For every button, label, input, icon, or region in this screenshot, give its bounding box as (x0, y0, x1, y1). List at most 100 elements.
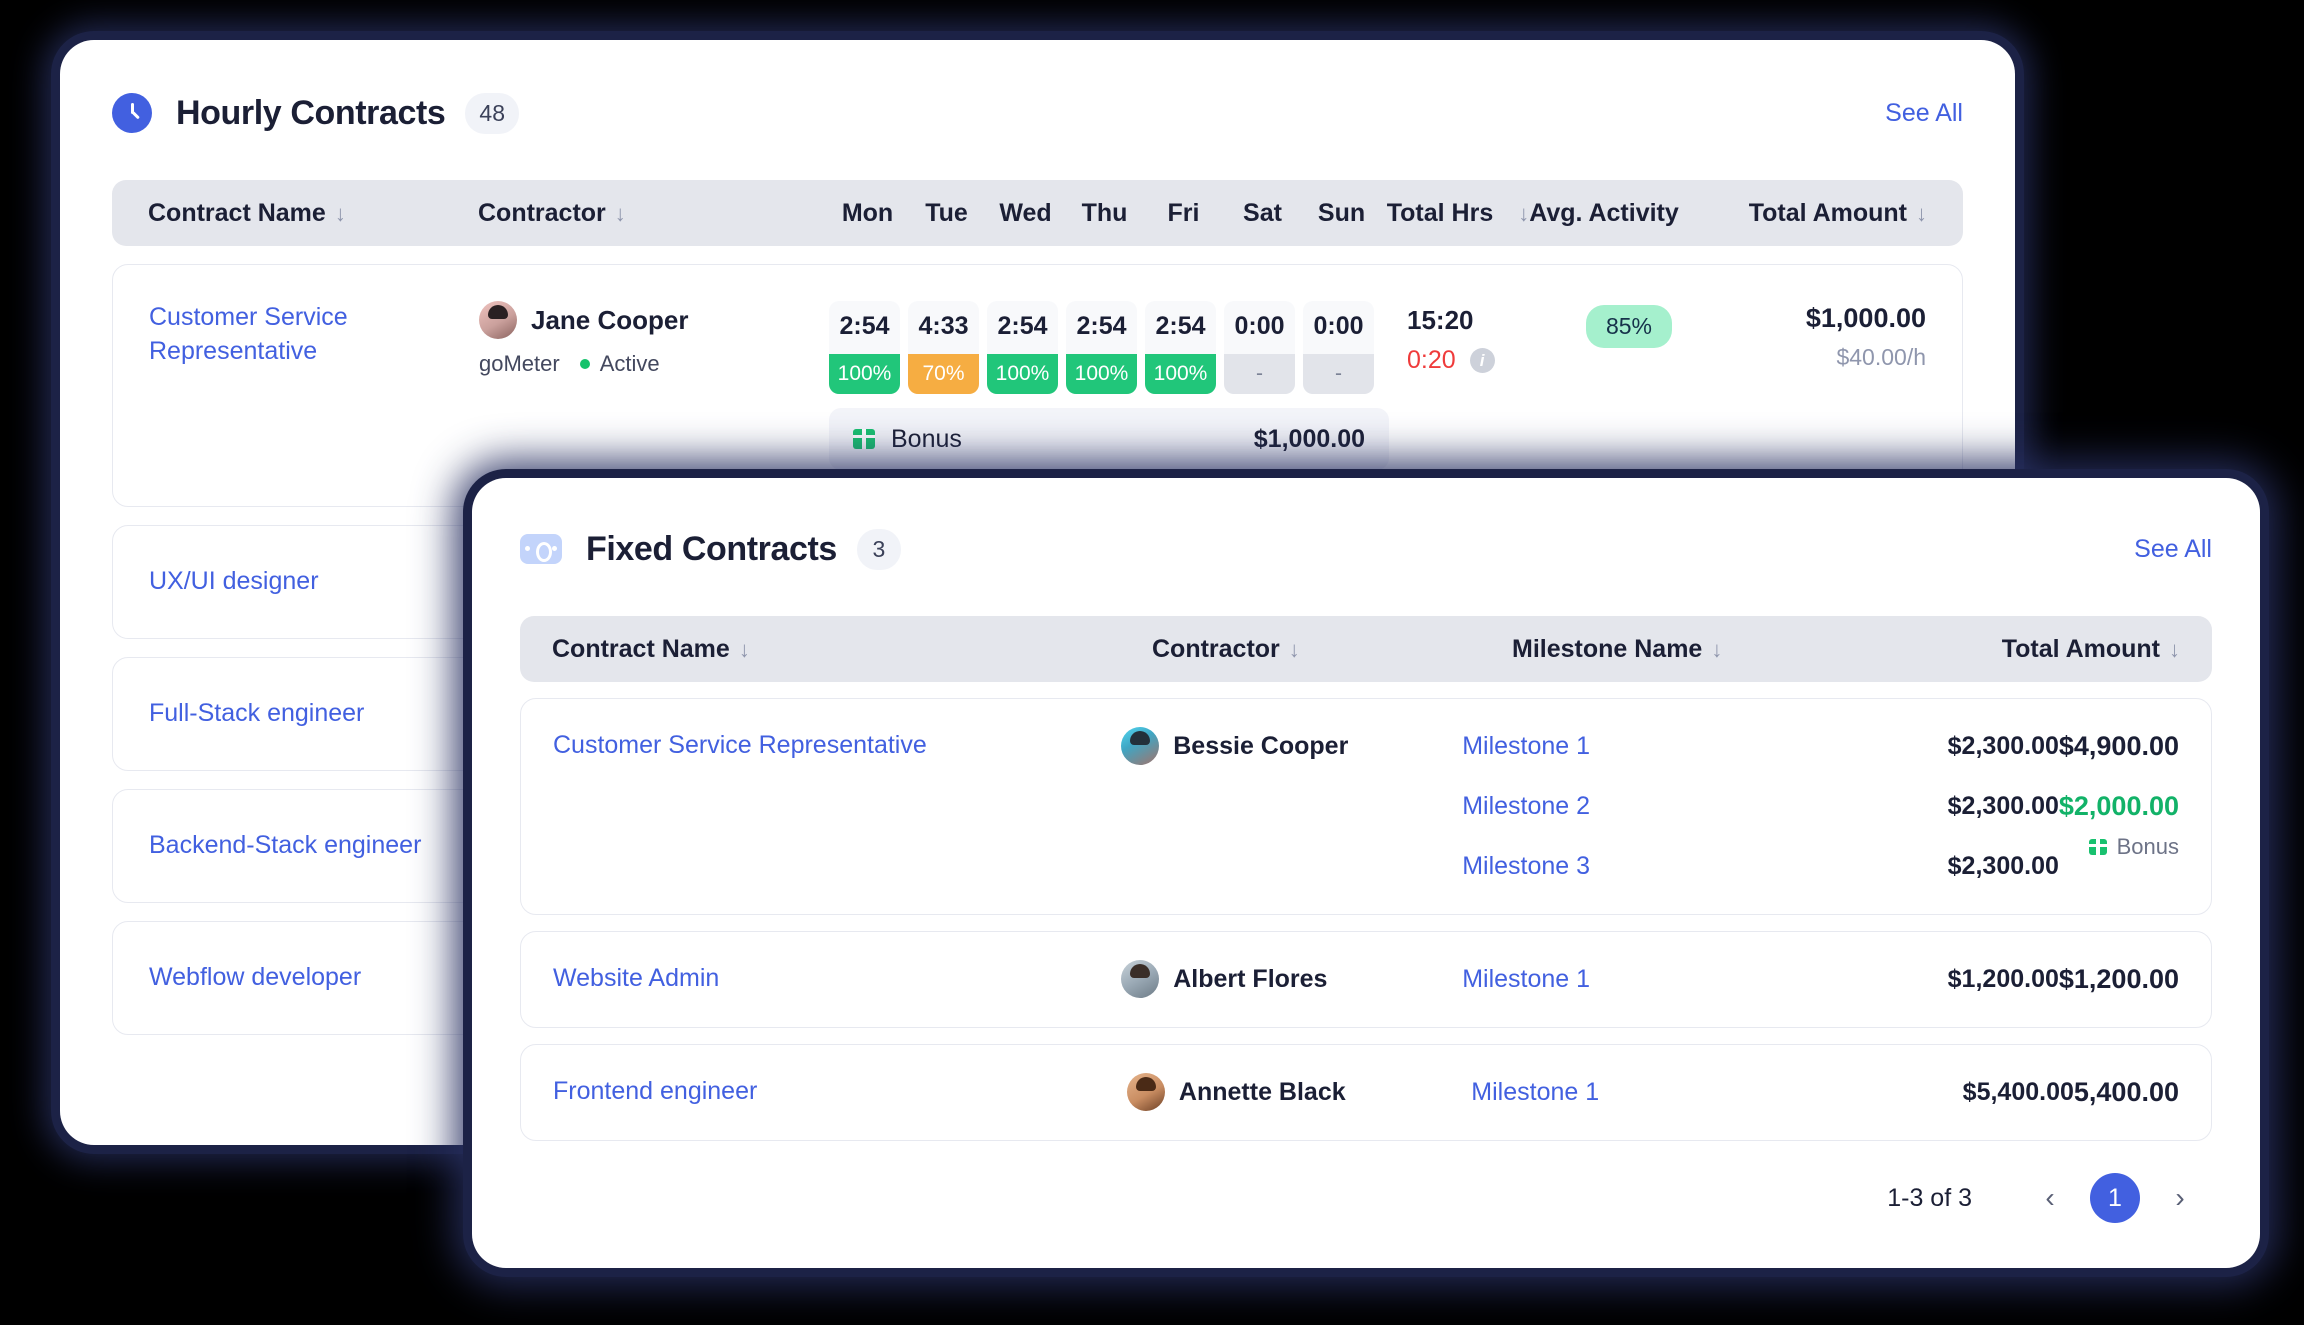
milestone-link[interactable]: Milestone 1 (1471, 1078, 1599, 1107)
table-row[interactable]: Customer Service Representative Bessie C… (520, 698, 2212, 915)
day-cell-mon[interactable]: 2:54 100% (829, 301, 900, 394)
day-cell-wed[interactable]: 2:54 100% (987, 301, 1058, 394)
day-time: 0:00 (1313, 312, 1364, 340)
day-cell-sun[interactable]: 0:00 - (1303, 301, 1374, 394)
avatar (1126, 1073, 1165, 1111)
milestone-amount: $1,200.00 (1947, 965, 2059, 993)
header-milestone-name[interactable]: Milestone Name ↓ (1512, 635, 1842, 664)
contract-name-link[interactable]: Frontend engineer (553, 1073, 1127, 1106)
list-item[interactable]: Milestone 2 (1462, 787, 1775, 826)
pagination-range: 1-3 of 3 (1887, 1183, 1972, 1212)
contract-name-link[interactable]: Backend-Stack engineer (149, 829, 421, 863)
prev-page-icon[interactable]: ‹ (2028, 1176, 2072, 1220)
contract-name-link[interactable]: Full-Stack engineer (149, 697, 364, 731)
day-cell-tue[interactable]: 4:33 70% (908, 301, 979, 394)
fixed-count-badge: 3 (856, 528, 901, 570)
sort-arrow-icon: ↓ (1518, 200, 1530, 226)
milestone-amount: $2,300.00 (1947, 852, 2059, 880)
day-time: 2:54 (997, 312, 1048, 340)
header-total-amount-label: Total Amount (1748, 198, 1907, 227)
header-avg-activity-label: Avg. Activity (1529, 198, 1679, 227)
day-activity: 100% (987, 354, 1058, 394)
day-activity: 70% (908, 354, 979, 394)
header-contract-name[interactable]: Contract Name ↓ (552, 635, 1152, 664)
contractor-cell: Jane Cooper goMeter Active (479, 301, 829, 377)
hourly-see-all-link[interactable]: See All (1885, 99, 1963, 128)
hourly-table-header: Contract Name ↓ Contractor ↓ Mon Tue Wed T… (112, 180, 1963, 246)
milestone-amount: $2,300.00 (1947, 732, 2059, 760)
day-cell-sat[interactable]: 0:00 - (1224, 301, 1295, 394)
header-contract-name[interactable]: Contract Name ↓ (148, 199, 478, 228)
total-amount-cell: $1,000.00 $40.00/h (1719, 301, 1926, 371)
contract-name-link[interactable]: Customer Service Representative (149, 301, 479, 369)
day-cell-thu[interactable]: 2:54 100% (1066, 301, 1137, 394)
list-item[interactable]: Milestone 1 (1471, 1073, 1787, 1112)
list-item[interactable]: Milestone 1 (1462, 960, 1775, 999)
contract-name-link[interactable]: Webflow developer (149, 961, 361, 995)
gift-icon (853, 429, 875, 449)
avatar (479, 301, 517, 339)
total-hours-value: 15:20 (1407, 305, 1474, 335)
milestone-list: Milestone 1 (1471, 1073, 1787, 1112)
page-title: Hourly Contracts (176, 93, 446, 132)
page-number-1[interactable]: 1 (2090, 1173, 2140, 1223)
day-activity: 100% (829, 354, 900, 394)
total-amount-cell: $1,200.00 (2059, 960, 2179, 999)
contractor-cell: Albert Flores (1121, 960, 1462, 998)
total-amount-value: 5,400.00 (2073, 1077, 2179, 1107)
info-icon[interactable]: i (1469, 348, 1495, 373)
header-total-hrs[interactable]: Total Hrs (1381, 199, 1499, 228)
header-tue: Tue (925, 198, 968, 227)
milestone-amounts: $1,200.00 (1775, 960, 2059, 999)
fixed-see-all-link[interactable]: See All (2134, 535, 2212, 564)
table-row[interactable]: Customer Service Representative Jane Coo… (112, 264, 1963, 507)
header-sun: Sun (1317, 198, 1366, 227)
milestone-link[interactable]: Milestone 3 (1462, 852, 1590, 881)
contractor-cell: Annette Black (1126, 1073, 1471, 1111)
next-page-icon[interactable]: › (2158, 1176, 2202, 1220)
sort-arrow-icon: ↓ (738, 636, 750, 662)
hourly-rate: $40.00/h (1836, 344, 1926, 370)
week-cells: 2:54 100% 4:33 70% 2:54 100% 2:54 100% 2… (829, 301, 1389, 470)
day-activity: - (1224, 354, 1295, 394)
activity-badge: 85% (1585, 305, 1673, 348)
sort-arrow-icon: ↓ (334, 200, 346, 226)
header-total-amount[interactable]: Total Amount ↓ (1689, 199, 1927, 228)
header-total-hrs-label: Total Hrs (1386, 198, 1494, 227)
milestone-link[interactable]: Milestone 1 (1462, 965, 1590, 994)
total-amount-value: $1,000.00 (1805, 303, 1926, 333)
header-contractor[interactable]: Contractor ↓ (1152, 635, 1512, 664)
list-item[interactable]: Milestone 3 (1462, 847, 1775, 886)
table-row[interactable]: Frontend engineer Annette Black Mileston… (520, 1044, 2212, 1141)
contract-name-link[interactable]: Website Admin (553, 960, 1121, 993)
header-contractor[interactable]: Contractor ↓ (478, 199, 828, 228)
contract-name-link[interactable]: UX/UI designer (149, 565, 319, 599)
day-cell-fri[interactable]: 2:54 100% (1145, 301, 1216, 394)
day-activity: 100% (1145, 354, 1216, 394)
milestone-link[interactable]: Milestone 1 (1462, 732, 1590, 761)
list-item[interactable]: Milestone 1 (1462, 727, 1775, 766)
day-time: 4:33 (918, 312, 969, 340)
contractor-name: Bessie Cooper (1173, 731, 1349, 760)
bonus-amount: $2,000.00 (2058, 791, 2179, 821)
bonus-bar: Bonus $1,000.00 (829, 408, 1389, 470)
header-total-amount[interactable]: Total Amount ↓ (1842, 635, 2180, 664)
header-total-amount-label: Total Amount (2001, 634, 2160, 663)
total-amount-cell: 5,400.00 (2074, 1073, 2179, 1112)
bonus-amount: $1,000.00 (1253, 424, 1365, 453)
pagination: 1-3 of 3 ‹ 1 › (520, 1173, 2212, 1223)
header-avg-activity[interactable]: ↓Avg. Activity (1499, 199, 1689, 228)
avg-activity-cell: 85% (1539, 301, 1719, 348)
header-contract-name-label: Contract Name (552, 634, 730, 663)
header-milestone-name-label: Milestone Name (1512, 634, 1703, 663)
sort-arrow-icon: ↓ (614, 200, 626, 226)
milestone-link[interactable]: Milestone 2 (1462, 792, 1590, 821)
header-fri: Fri (1167, 198, 1200, 227)
day-time: 2:54 (839, 312, 890, 340)
table-row[interactable]: Website Admin Albert Flores Milestone 1 … (520, 931, 2212, 1028)
header-wed: Wed (999, 198, 1052, 227)
contract-name-link[interactable]: Customer Service Representative (553, 727, 1121, 760)
day-activity: - (1303, 354, 1374, 394)
sort-arrow-icon: ↓ (1916, 200, 1927, 226)
contractor-name: Annette Black (1178, 1077, 1346, 1106)
